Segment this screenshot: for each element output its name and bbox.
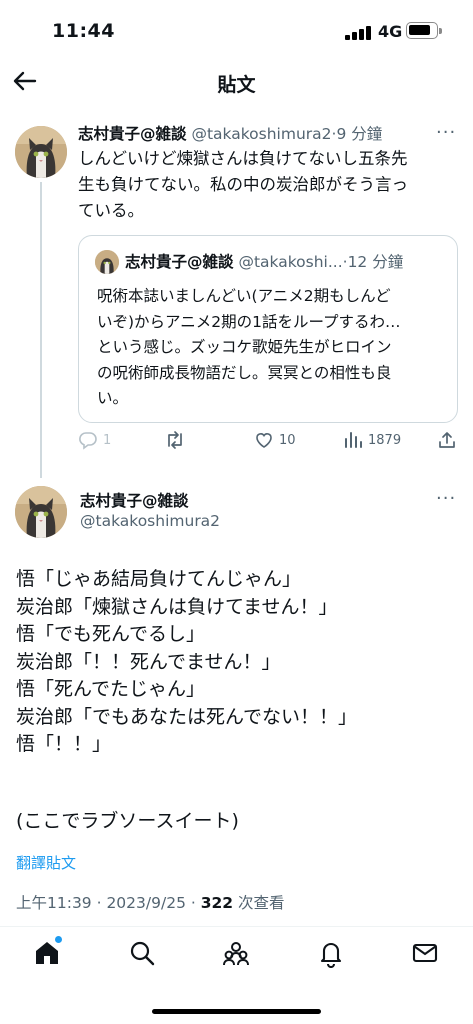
bottom-tab-bar bbox=[0, 928, 473, 978]
quote-text-line: という感じ。ズッコケ歌姫先生がヒロイン bbox=[97, 338, 392, 356]
tweet-text-line: 悟「！！」 bbox=[16, 733, 112, 755]
communities-icon[interactable] bbox=[221, 938, 251, 968]
tweet-text-line: 炭治郎「煉獄さんは負けてません！」 bbox=[16, 595, 338, 618]
status-bar: 11:44 4G bbox=[0, 0, 473, 60]
main-tweet-text: 悟「じゃあ結局負けてんじゃん」 炭治郎「煉獄さんは負けてません！」 悟「でも死ん… bbox=[16, 566, 456, 836]
page-title: 貼文 bbox=[217, 74, 256, 96]
tweet-text-line: しんどいけど煉獄さんは負けてないし五条先 bbox=[78, 149, 408, 168]
reply-count: 1 bbox=[103, 432, 112, 448]
reply-icon bbox=[79, 432, 97, 450]
tweet-text-line: 悟「でも死んでるし」 bbox=[16, 623, 206, 645]
share-icon bbox=[439, 432, 455, 448]
tweet-text-line: (ここでラブソースイート) bbox=[16, 810, 239, 832]
tweet-text-line: 炭治郎「！！死んでません！」 bbox=[16, 650, 281, 673]
author-handle[interactable]: @takakoshimura2 bbox=[80, 512, 220, 530]
tweet-text-line bbox=[16, 759, 456, 787]
quote-header: 志村貴子@雑談 @takakoshi...·12 分鐘 bbox=[125, 253, 404, 271]
quote-text-line: の呪術師成長物語だし。冥冥との相性も良 bbox=[97, 363, 392, 382]
search-icon[interactable] bbox=[127, 938, 157, 968]
retweet-button[interactable] bbox=[164, 430, 186, 450]
tweet-text-line: ている。 bbox=[78, 201, 144, 220]
like-count: 10 bbox=[279, 432, 296, 448]
quote-author-name: 志村貴子@雑談 bbox=[125, 253, 234, 271]
tweet-text-line: 悟「死んでたじゃん」 bbox=[16, 678, 206, 700]
author-name[interactable]: 志村貴子@雑談 bbox=[78, 125, 187, 143]
analytics-icon bbox=[345, 432, 362, 448]
tweet-text-line: 炭治郎「でもあなたは死んでない！！」 bbox=[16, 705, 358, 728]
home-indicator bbox=[152, 1009, 321, 1014]
notification-dot bbox=[55, 936, 62, 943]
more-options-icon[interactable]: ··· bbox=[436, 488, 456, 509]
tweet-text-line: 悟「じゃあ結局負けてんじゃん」 bbox=[16, 568, 302, 590]
battery-icon bbox=[406, 22, 442, 39]
tweet-timestamp: 上午11:39 · 2023/9/25 · bbox=[16, 894, 201, 912]
views-label: 次查看 bbox=[233, 894, 285, 912]
quote-author-handle: @takakoshi... bbox=[238, 253, 343, 271]
home-icon[interactable] bbox=[32, 936, 62, 968]
messages-icon[interactable] bbox=[410, 938, 440, 968]
tweet-view-count: 322 bbox=[200, 894, 234, 912]
reply-tweet-text: しんどいけど煉獄さんは負けてないし五条先 生も負けてない。私の中の炭治郎がそう言… bbox=[78, 146, 450, 224]
quote-text-line: いぞ)からアニメ2期の1話をループするわ… bbox=[97, 312, 401, 331]
translate-post-link[interactable]: 翻譯貼文 bbox=[16, 852, 76, 873]
status-time: 11:44 bbox=[52, 20, 115, 42]
network-type: 4G bbox=[378, 22, 403, 41]
reply-button[interactable]: 1 bbox=[78, 430, 111, 450]
tweet-text-line: 生も負けてない。私の中の炭治郎がそう言っ bbox=[78, 175, 408, 194]
more-options-icon[interactable]: ··· bbox=[436, 122, 456, 143]
tweet-metadata: 上午11:39 · 2023/9/25 · 322 次查看 bbox=[16, 891, 285, 913]
views-button[interactable]: 1879 bbox=[343, 430, 401, 450]
quote-avatar bbox=[95, 250, 119, 274]
heart-icon bbox=[256, 433, 272, 448]
page-header: 貼文 bbox=[0, 60, 473, 106]
quote-text-line: い。 bbox=[97, 389, 129, 407]
tweet-time: 9 分鐘 bbox=[336, 125, 383, 143]
tweet-actions: 1 10 1879 bbox=[78, 430, 463, 458]
author-handle[interactable]: @takakoshimura2 bbox=[191, 125, 331, 143]
cellular-signal-icon bbox=[345, 24, 371, 40]
quoted-tweet[interactable]: 志村貴子@雑談 @takakoshi...·12 分鐘 呪術本誌いましんどい(ア… bbox=[78, 235, 458, 423]
share-button[interactable] bbox=[437, 430, 457, 450]
reply-tweet-header: 志村貴子@雑談 @takakoshimura2·9 分鐘 bbox=[78, 125, 383, 143]
avatar[interactable] bbox=[15, 486, 67, 538]
author-name[interactable]: 志村貴子@雑談 bbox=[80, 489, 189, 511]
retweet-icon bbox=[168, 431, 182, 449]
view-count: 1879 bbox=[368, 432, 402, 448]
quote-time: 12 分鐘 bbox=[347, 253, 404, 271]
like-button[interactable]: 10 bbox=[254, 430, 296, 450]
divider bbox=[0, 926, 473, 927]
notifications-icon[interactable] bbox=[316, 938, 346, 968]
quote-text: 呪術本誌いましんどい(アニメ2期もしんど いぞ)からアニメ2期の1話をループする… bbox=[97, 284, 449, 412]
quote-text-line: 呪術本誌いましんどい(アニメ2期もしんど bbox=[97, 287, 391, 305]
thread-connector-line bbox=[40, 182, 42, 478]
avatar[interactable] bbox=[15, 126, 67, 178]
